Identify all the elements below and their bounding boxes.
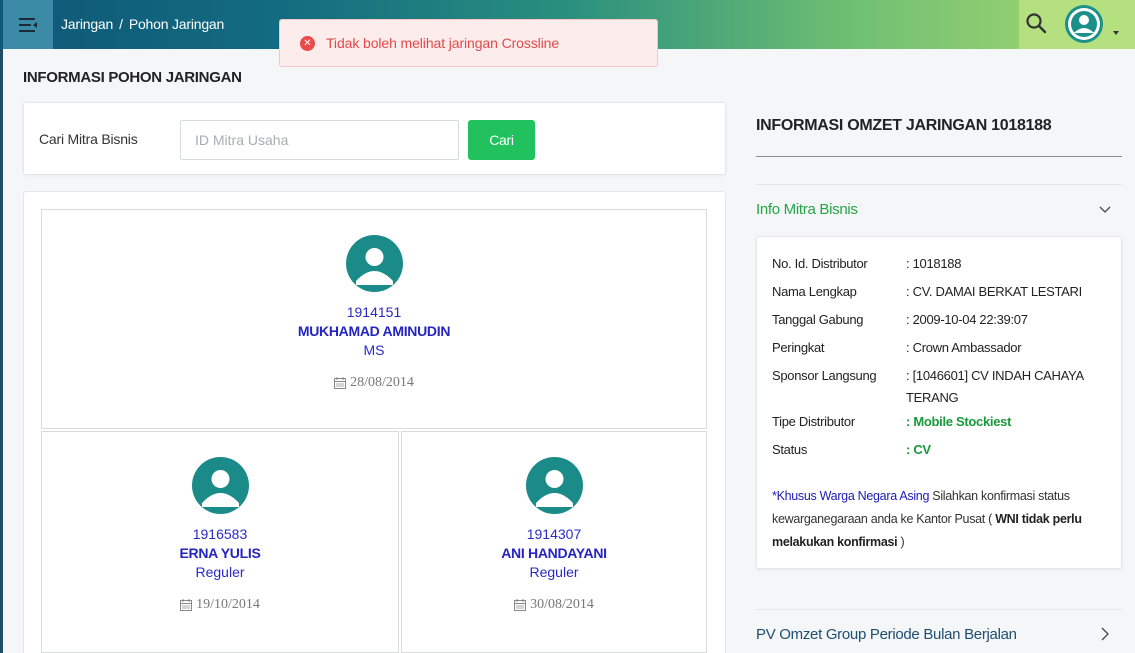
user-icon <box>535 470 573 507</box>
info-row: Nama Lengkap : CV. DAMAI BERKAT LESTARI <box>772 284 1106 300</box>
info-mitra-card: No. Id. Distributor : 1018188 Nama Lengk… <box>756 236 1122 569</box>
member-rank: Reguler <box>195 564 245 580</box>
member-avatar <box>525 457 583 514</box>
search-card: Cari Mitra Bisnis Cari <box>23 102 726 175</box>
search-label: Cari Mitra Bisnis <box>39 131 138 147</box>
member-avatar <box>345 235 403 292</box>
member-date-text: 28/08/2014 <box>350 375 414 390</box>
info-row: Peringkat : Crown Ambassador <box>772 340 1106 356</box>
search-input[interactable] <box>180 120 459 160</box>
info-value: : CV. DAMAI BERKAT LESTARI <box>906 284 1082 299</box>
member-date-text: 19/10/2014 <box>196 597 260 612</box>
breadcrumb-separator: / <box>119 16 123 32</box>
divider <box>756 609 1122 610</box>
info-key: Sponsor Langsung <box>772 368 877 383</box>
network-tree: 1914151 MUKHAMAD AMINUDIN MS 28/08/2014 … <box>23 191 726 653</box>
omzet-title: INFORMASI OMZET JARINGAN 1018188 <box>756 117 1052 134</box>
menu-toggle-button[interactable] <box>3 0 53 49</box>
tree-node-child[interactable]: 1914307 ANI HANDAYANI Reguler 30/08/2014 <box>401 431 707 653</box>
info-value: : 2009-10-04 22:39:07 <box>906 312 1028 327</box>
info-key: Tanggal Gabung <box>772 312 864 327</box>
member-name[interactable]: MUKHAMAD AMINUDIN <box>42 323 706 339</box>
member-id[interactable]: 1914307 <box>402 526 706 542</box>
member-date-text: 30/08/2014 <box>530 597 594 612</box>
info-key: Nama Lengkap <box>772 284 857 299</box>
member-name[interactable]: ERNA YULIS <box>42 545 398 561</box>
info-value: : Crown Ambassador <box>906 340 1022 355</box>
calendar-icon <box>334 377 347 389</box>
user-icon <box>1068 8 1100 40</box>
user-icon <box>201 470 239 507</box>
toast-message: Tidak boleh melihat jaringan Crossline <box>326 35 560 51</box>
info-row: Sponsor Langsung : [1046601] CV INDAH CA… <box>772 365 1106 409</box>
tree-node-root[interactable]: 1914151 MUKHAMAD AMINUDIN MS 28/08/2014 <box>41 209 707 429</box>
member-join-date: 30/08/2014 <box>402 597 706 613</box>
info-key: Peringkat <box>772 340 825 355</box>
breadcrumb-item-jaringan[interactable]: Jaringan <box>61 16 113 32</box>
accordion-info-mitra-header[interactable]: Info Mitra Bisnis <box>756 201 858 218</box>
info-value: : 1018188 <box>906 256 962 271</box>
breadcrumb-item-pohon-jaringan: Pohon Jaringan <box>128 16 225 32</box>
info-value: : CV <box>906 442 931 457</box>
info-key: Tipe Distributor <box>772 414 855 429</box>
member-rank: Reguler <box>529 564 579 580</box>
search-icon[interactable] <box>1025 12 1047 34</box>
member-join-date: 28/08/2014 <box>42 375 706 391</box>
info-key: Status <box>772 442 808 457</box>
calendar-icon <box>514 599 527 611</box>
tree-node-child[interactable]: 1916583 ERNA YULIS Reguler 19/10/2014 <box>41 431 399 653</box>
menu-icon <box>19 17 37 32</box>
user-avatar[interactable] <box>1065 5 1103 43</box>
sidebar-edge <box>0 0 3 653</box>
divider <box>756 156 1122 157</box>
chevron-down-icon[interactable] <box>1099 203 1111 215</box>
member-id[interactable]: 1916583 <box>42 526 398 542</box>
chevron-down-icon[interactable] <box>1113 31 1119 35</box>
member-id[interactable]: 1914151 <box>42 304 706 320</box>
foreign-citizen-note: *Khusus Warga Negara Asing Silahkan konf… <box>772 485 1102 554</box>
info-row: No. Id. Distributor : 1018188 <box>772 256 1106 272</box>
note-end: ) <box>897 535 905 549</box>
divider <box>756 184 1122 185</box>
member-rank: MS <box>363 342 385 358</box>
note-highlight: *Khusus Warga Negara Asing <box>772 489 930 503</box>
accordion-pv-omzet-header[interactable]: PV Omzet Group Periode Bulan Berjalan <box>756 626 1017 643</box>
search-button[interactable]: Cari <box>468 120 535 160</box>
member-join-date: 19/10/2014 <box>42 597 398 613</box>
chevron-right-icon[interactable] <box>1099 627 1111 641</box>
breadcrumb: Jaringan / Pohon Jaringan <box>61 16 224 32</box>
info-row: Tipe Distributor : Mobile Stockiest <box>772 414 1106 430</box>
member-name[interactable]: ANI HANDAYANI <box>402 545 706 561</box>
calendar-icon <box>180 599 193 611</box>
page-title: INFORMASI POHON JARINGAN <box>23 69 242 86</box>
info-row: Status : CV <box>772 442 1106 458</box>
info-value: : [1046601] CV INDAH CAHAYA TERANG <box>906 368 1084 405</box>
member-avatar <box>191 457 249 514</box>
info-row: Tanggal Gabung : 2009-10-04 22:39:07 <box>772 312 1106 328</box>
close-circle-icon: ✕ <box>300 35 315 51</box>
info-key: No. Id. Distributor <box>772 256 868 271</box>
info-value: : Mobile Stockiest <box>906 414 1012 429</box>
error-toast: ✕ Tidak boleh melihat jaringan Crossline <box>279 19 658 67</box>
user-icon <box>355 248 393 285</box>
